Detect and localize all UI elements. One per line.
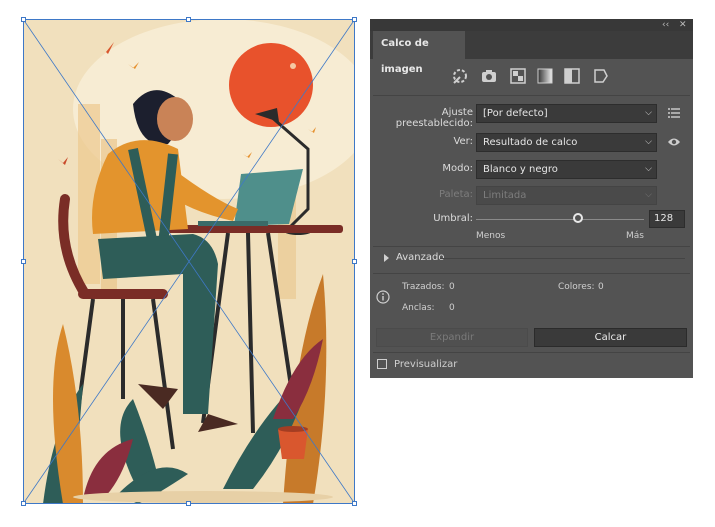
- advanced-divider: [440, 258, 685, 259]
- trace-button[interactable]: Calcar: [534, 328, 687, 347]
- handle-bottom-center[interactable]: [186, 501, 191, 506]
- colors-label: Colores:: [558, 282, 595, 292]
- mode-label: Modo:: [442, 163, 473, 174]
- chevron-down-icon: ⌵: [645, 190, 652, 200]
- high-color-icon[interactable]: [480, 67, 500, 87]
- close-icon[interactable]: ✕: [679, 19, 687, 31]
- view-dropdown[interactable]: Resultado de calco ⌵: [476, 133, 657, 152]
- threshold-more-label: Más: [626, 231, 644, 241]
- preset-label: Ajuste preestablecido:: [395, 107, 473, 129]
- threshold-input[interactable]: 128: [649, 210, 685, 228]
- preset-dropdown[interactable]: [Por defecto] ⌵: [476, 104, 657, 123]
- divider: [373, 273, 690, 274]
- handle-top-right[interactable]: [352, 17, 357, 22]
- handle-bottom-right[interactable]: [352, 501, 357, 506]
- placed-image[interactable]: [23, 19, 355, 504]
- info-icon: [376, 290, 390, 304]
- handle-bottom-left[interactable]: [21, 501, 26, 506]
- view-value: Resultado de calco: [483, 137, 578, 148]
- collapse-icon[interactable]: ‹‹: [662, 19, 669, 31]
- divider: [373, 95, 690, 96]
- auto-color-icon[interactable]: [451, 67, 471, 87]
- divider: [373, 352, 690, 353]
- mode-dropdown[interactable]: Blanco y negro ⌵: [476, 160, 657, 179]
- black-white-icon[interactable]: [563, 67, 583, 87]
- handle-top-left[interactable]: [21, 17, 26, 22]
- threshold-slider-track[interactable]: [476, 219, 644, 220]
- preset-value: [Por defecto]: [483, 108, 548, 119]
- mode-value: Blanco y negro: [483, 164, 558, 175]
- anchors-value: 0: [449, 303, 455, 313]
- threshold-label: Umbral:: [433, 213, 473, 224]
- chevron-down-icon: ⌵: [645, 137, 652, 147]
- grayscale-icon[interactable]: [536, 67, 556, 87]
- eye-icon[interactable]: [667, 136, 681, 148]
- expand-button: Expandir: [376, 328, 528, 347]
- threshold-less-label: Menos: [476, 231, 506, 241]
- divider: [373, 246, 690, 247]
- outline-icon[interactable]: [592, 67, 612, 87]
- colors-value: 0: [598, 282, 604, 292]
- tab-image-trace[interactable]: Calco de imagen: [373, 31, 465, 75]
- handle-middle-right[interactable]: [352, 259, 357, 264]
- preset-menu-icon[interactable]: [668, 108, 680, 118]
- threshold-slider-thumb[interactable]: [573, 213, 584, 223]
- chevron-right-icon: [384, 254, 389, 262]
- palette-label: Paleta:: [438, 189, 473, 200]
- paths-value: 0: [449, 282, 455, 292]
- low-color-icon[interactable]: [509, 67, 529, 87]
- selection-cross: [23, 19, 355, 504]
- preview-label: Previsualizar: [394, 359, 458, 370]
- image-trace-panel: ‹‹ ✕ Calco de imagen Ajuste preestableci…: [370, 19, 693, 378]
- view-label: Ver:: [453, 136, 473, 147]
- preview-checkbox[interactable]: [377, 359, 387, 369]
- chevron-down-icon: ⌵: [645, 164, 652, 174]
- handle-top-center[interactable]: [186, 17, 191, 22]
- anchors-label: Anclas:: [402, 303, 435, 313]
- chevron-down-icon: ⌵: [645, 108, 652, 118]
- palette-value: Limitada: [483, 190, 527, 201]
- advanced-label: Avanzado: [396, 252, 445, 263]
- palette-dropdown: Limitada ⌵: [476, 186, 657, 205]
- handle-middle-left[interactable]: [21, 259, 26, 264]
- panel-tab-row: Calco de imagen: [370, 31, 693, 75]
- paths-label: Trazados:: [402, 282, 445, 292]
- panel-titlebar: ‹‹ ✕: [370, 19, 693, 31]
